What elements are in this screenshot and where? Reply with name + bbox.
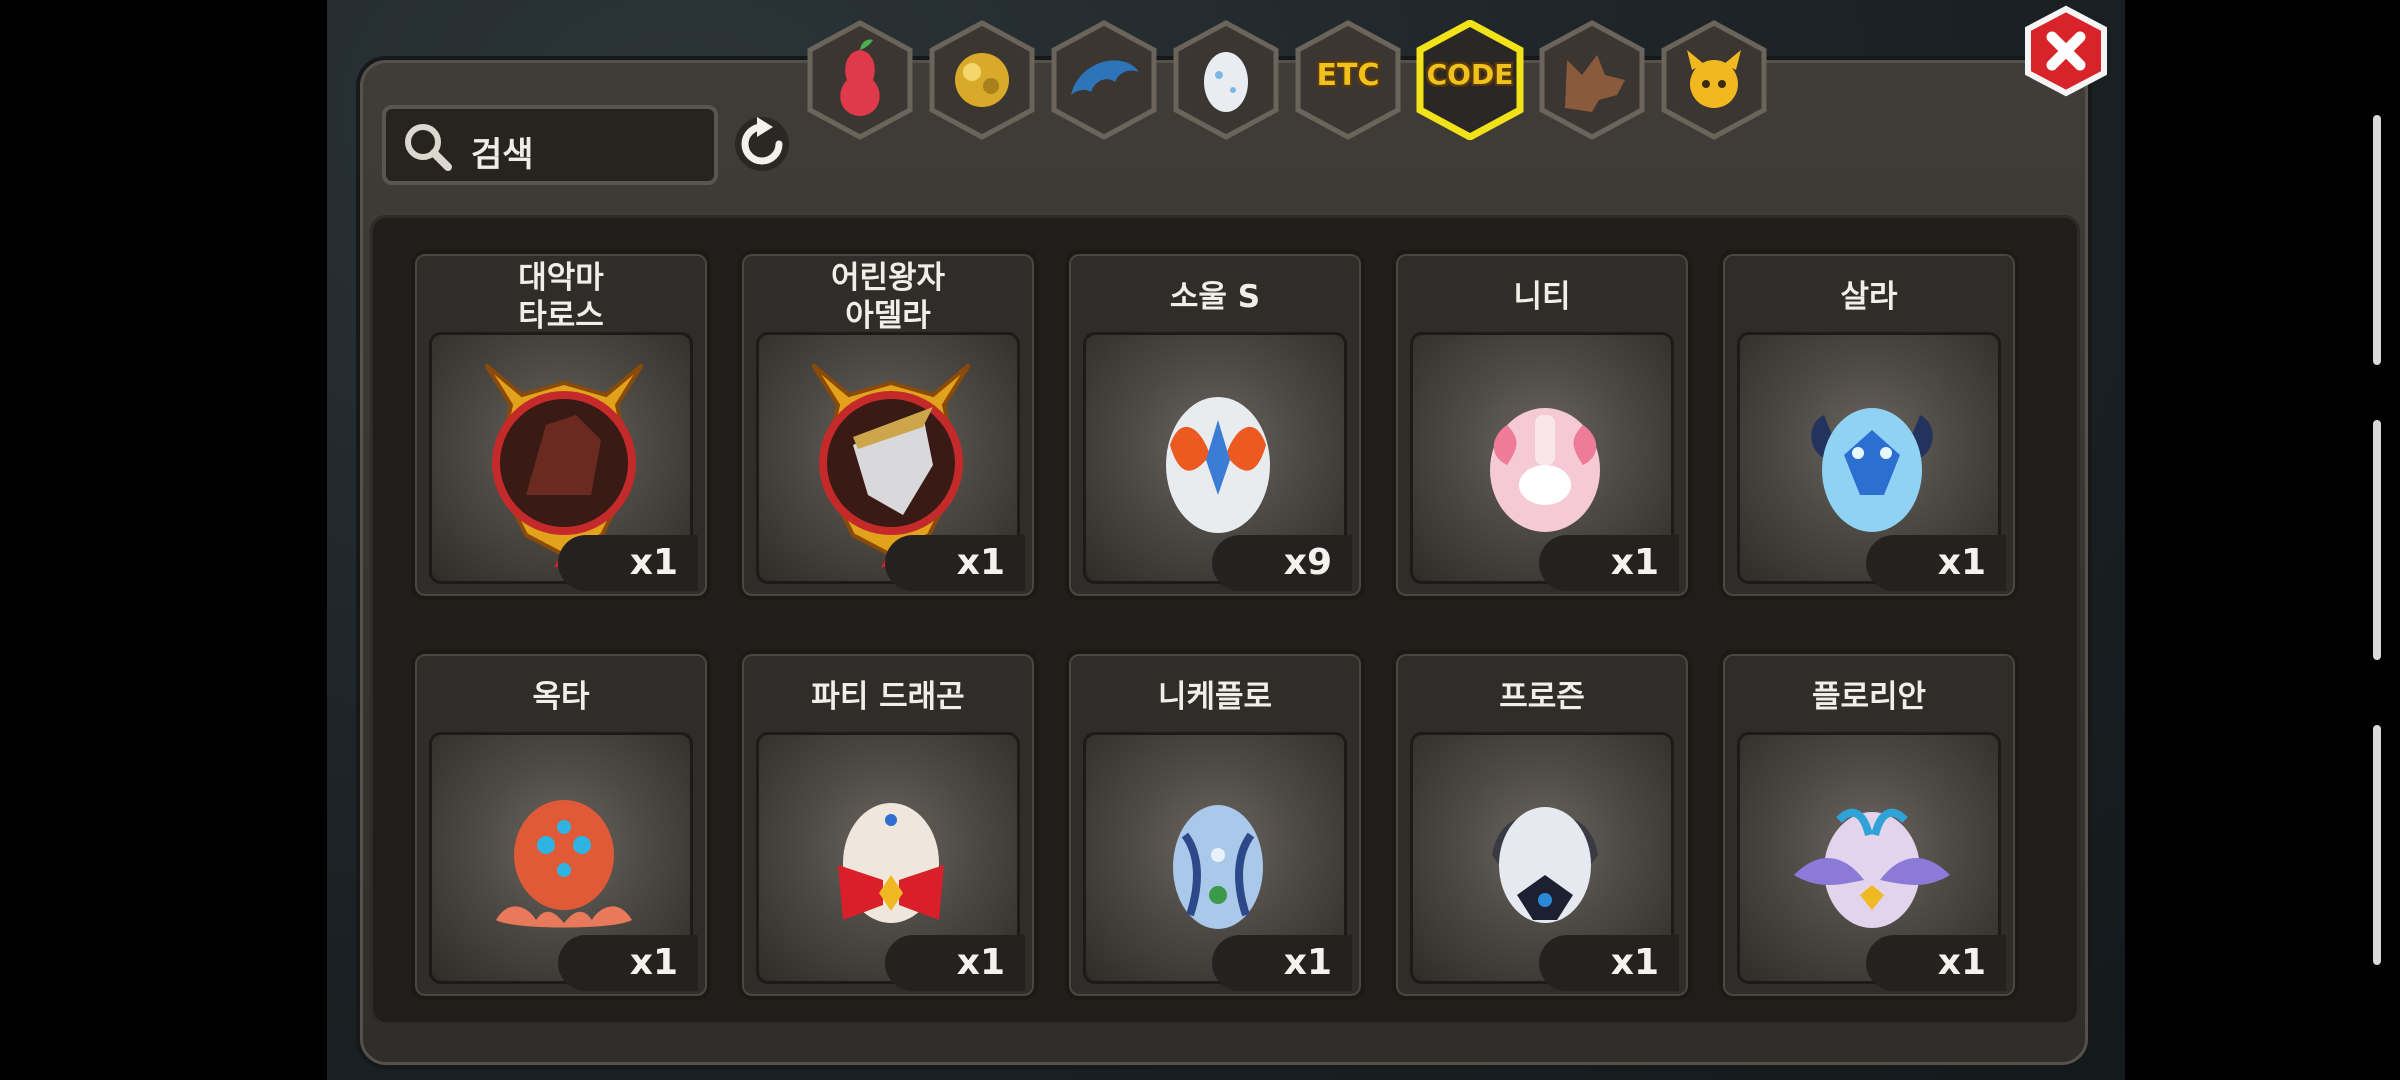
tab-wolf[interactable] (1537, 20, 1647, 140)
item-name: 니케플로 (1157, 679, 1273, 715)
item-name: 소울 S (1169, 279, 1261, 315)
tab-scale[interactable] (1049, 20, 1159, 140)
tab-etc-label: ETC (1316, 58, 1380, 93)
item-card[interactable]: 대악마 타로스 x1 (411, 250, 711, 600)
tab-egg[interactable] (1171, 20, 1281, 140)
item-quantity: x1 (885, 935, 1025, 991)
dragon-scale-icon (1071, 60, 1139, 95)
item-card[interactable]: 어린왕자 아델라 x1 (738, 250, 1038, 600)
item-card[interactable]: 옥타 x1 (411, 650, 711, 1000)
item-quantity: x1 (1866, 935, 2006, 991)
item-slot: x1 (1737, 332, 2006, 591)
item-quantity: x9 (1212, 535, 1352, 591)
tab-code-label: CODE (1426, 58, 1514, 91)
tab-code[interactable]: CODE (1415, 20, 1525, 140)
item-quantity: x1 (1539, 535, 1679, 591)
item-slot: x1 (1737, 732, 2006, 991)
gold-ore-icon (955, 53, 1009, 107)
egg-icon (1204, 52, 1248, 112)
item-quantity: x1 (1212, 935, 1352, 991)
item-slot: x1 (756, 732, 1025, 991)
search-input[interactable]: 검색 (382, 105, 718, 185)
item-quantity: x1 (1866, 535, 2006, 591)
pear-icon (840, 39, 880, 116)
item-card[interactable]: 니티 x1 (1392, 250, 1692, 600)
item-slot: x1 (429, 332, 698, 591)
item-card[interactable]: 프로즌 x1 (1392, 650, 1692, 1000)
item-name: 플로리안 (1811, 679, 1927, 715)
item-name: 옥타 (532, 679, 590, 715)
item-slot: x1 (429, 732, 698, 991)
item-card[interactable]: 살라 x1 (1719, 250, 2019, 600)
item-card[interactable]: 니케플로 x1 (1065, 650, 1365, 1000)
search-placeholder: 검색 (471, 135, 534, 175)
tab-gold[interactable] (927, 20, 1037, 140)
item-slot: x1 (1083, 732, 1352, 991)
item-name: 대악마 타로스 (518, 260, 604, 334)
refresh-icon[interactable] (733, 115, 791, 173)
item-slot: x1 (1410, 732, 1679, 991)
item-slot: x9 (1083, 332, 1352, 591)
tab-mascot[interactable] (1659, 20, 1769, 140)
item-name: 살라 (1840, 279, 1898, 315)
item-card[interactable]: 파티 드래곤 x1 (738, 650, 1038, 1000)
item-name: 어린왕자 아델라 (830, 260, 946, 334)
item-name: 니티 (1513, 279, 1571, 315)
close-button[interactable] (2020, 5, 2112, 97)
wolf-head-icon (1565, 55, 1625, 112)
item-quantity: x1 (885, 535, 1025, 591)
item-slot: x1 (756, 332, 1025, 591)
tab-etc[interactable]: ETC (1293, 20, 1403, 140)
search-icon (405, 124, 452, 171)
category-tabs: ETC CODE (805, 15, 1767, 145)
item-card[interactable]: 소울 S x9 (1065, 250, 1365, 600)
item-name: 파티 드래곤 (811, 679, 965, 715)
tab-fruit[interactable] (805, 20, 915, 140)
item-card[interactable]: 플로리안 x1 (1719, 650, 2019, 1000)
item-quantity: x1 (558, 935, 698, 991)
item-slot: x1 (1410, 332, 1679, 591)
item-quantity: x1 (1539, 935, 1679, 991)
item-name: 프로즌 (1499, 679, 1585, 715)
horned-cat-icon (1687, 50, 1741, 108)
item-quantity: x1 (558, 535, 698, 591)
